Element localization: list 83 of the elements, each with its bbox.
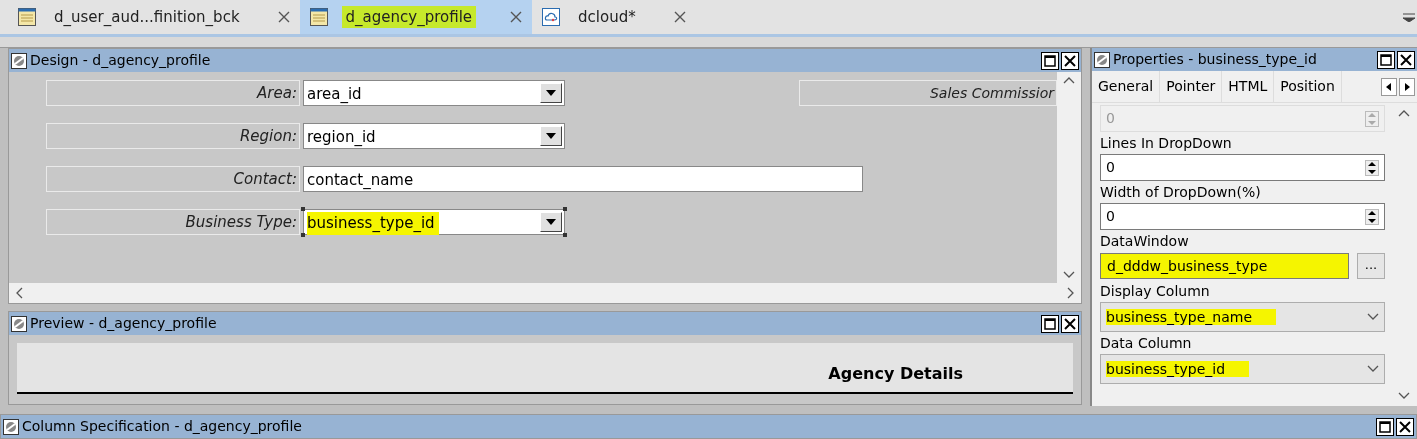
dropdown-button[interactable] <box>540 212 562 233</box>
close-icon[interactable] <box>1061 51 1079 70</box>
field-label: Region: <box>46 123 300 150</box>
property-label: Display Column <box>1100 282 1211 302</box>
cloud-icon <box>542 8 561 27</box>
scroll-left-icon[interactable] <box>1381 77 1397 96</box>
field-value: area_id <box>307 84 363 106</box>
chevron-up-icon[interactable] <box>1398 109 1410 118</box>
property-tab[interactable]: Pointer <box>1160 71 1223 103</box>
tab-label: d_agency_profile <box>341 5 477 29</box>
dropdown-button[interactable] <box>540 126 562 147</box>
chevron-down-icon[interactable] <box>1367 365 1379 374</box>
dropdown-field[interactable]: region_id <box>303 123 565 150</box>
datawindow-icon <box>309 8 328 27</box>
chevron-down-icon[interactable] <box>1063 271 1075 280</box>
document-tab[interactable]: d_user_aud...finition_bck <box>8 0 300 35</box>
field-label: Sales Commissior <box>799 80 1057 107</box>
property-tab[interactable]: HTML <box>1222 71 1275 103</box>
spin-value: 0 <box>1106 158 1116 178</box>
panel-icon <box>3 418 19 435</box>
property-label: Width of DropDown(%) <box>1100 183 1262 203</box>
spin-field[interactable]: 0 <box>1100 154 1385 182</box>
spinner-icon[interactable] <box>1365 208 1379 225</box>
panel-title: Design - d_agency_profile <box>30 51 211 71</box>
field-value: contact_name <box>307 170 415 192</box>
property-tab[interactable]: General <box>1092 71 1161 103</box>
select-field[interactable]: business_type_id <box>1100 354 1385 385</box>
property-label: Data Column <box>1100 334 1193 354</box>
close-icon[interactable] <box>1396 417 1414 436</box>
select-field[interactable]: business_type_name <box>1100 302 1385 333</box>
close-icon[interactable] <box>1061 314 1079 333</box>
chevron-down-icon[interactable] <box>1398 392 1410 401</box>
caret-icon <box>546 133 556 140</box>
property-label: DataWindow <box>1100 232 1190 252</box>
overflow-menu-icon[interactable] <box>1403 12 1415 23</box>
field-label: Contact: <box>46 166 300 193</box>
panel-title: Preview - d_agency_profile <box>30 314 217 334</box>
panel-icon <box>11 315 27 332</box>
field-label: Business Type: <box>46 209 300 236</box>
text-field[interactable]: contact_name <box>303 166 863 193</box>
selection-handle <box>301 207 305 212</box>
tab-label: dcloud* <box>577 6 637 28</box>
maximize-icon[interactable] <box>1041 51 1059 70</box>
dropdown-field[interactable]: business_type_id <box>303 209 565 236</box>
caret-icon <box>546 90 556 97</box>
spin-value: 0 <box>1106 109 1116 129</box>
document-tab[interactable]: dcloud* <box>532 0 696 35</box>
dropdown-button[interactable] <box>540 83 562 104</box>
horizontal-scrollbar[interactable] <box>9 283 1081 304</box>
vertical-scrollbar[interactable] <box>1057 72 1081 284</box>
chevron-up-icon[interactable] <box>1063 76 1075 85</box>
panel-icon <box>11 52 27 69</box>
caret-icon <box>546 219 556 226</box>
maximize-icon[interactable] <box>1376 417 1394 436</box>
panel-title: Column Specification - d_agency_profile <box>22 417 302 436</box>
dropdown-field[interactable]: area_id <box>303 80 565 107</box>
scroll-right-icon[interactable] <box>1399 77 1415 96</box>
tab-label: d_user_aud...finition_bck <box>53 6 241 28</box>
field-label: Area: <box>46 80 300 107</box>
spinner-icon[interactable] <box>1365 159 1379 176</box>
spin-value: 0 <box>1106 207 1116 227</box>
text-field[interactable]: d_dddw_business_type <box>1100 253 1349 280</box>
property-tab[interactable]: Position <box>1274 71 1342 103</box>
selection-handle <box>301 233 305 238</box>
panel-title: Properties - business_type_id <box>1113 50 1317 70</box>
selection-handle <box>563 233 567 238</box>
document-tab[interactable]: d_agency_profile <box>299 0 533 35</box>
maximize-icon[interactable] <box>1041 314 1059 333</box>
browse-button[interactable]: ... <box>1357 253 1385 280</box>
chevron-left-icon[interactable] <box>15 287 23 300</box>
report-heading: Agency Details <box>828 363 963 386</box>
select-value: business_type_id <box>1106 358 1367 380</box>
chevron-right-icon[interactable] <box>1067 287 1075 300</box>
maximize-icon[interactable] <box>1377 50 1395 69</box>
chevron-down-icon[interactable] <box>1367 313 1379 322</box>
field-value: business_type_id <box>307 212 439 235</box>
property-label: Lines In DropDown <box>1100 134 1233 154</box>
datawindow-icon <box>18 8 36 27</box>
close-icon[interactable] <box>1397 50 1415 69</box>
selection-handle <box>563 207 567 212</box>
field-value: region_id <box>307 127 377 149</box>
panel-icon <box>1094 51 1110 68</box>
spin-field[interactable]: 0 <box>1100 203 1385 231</box>
